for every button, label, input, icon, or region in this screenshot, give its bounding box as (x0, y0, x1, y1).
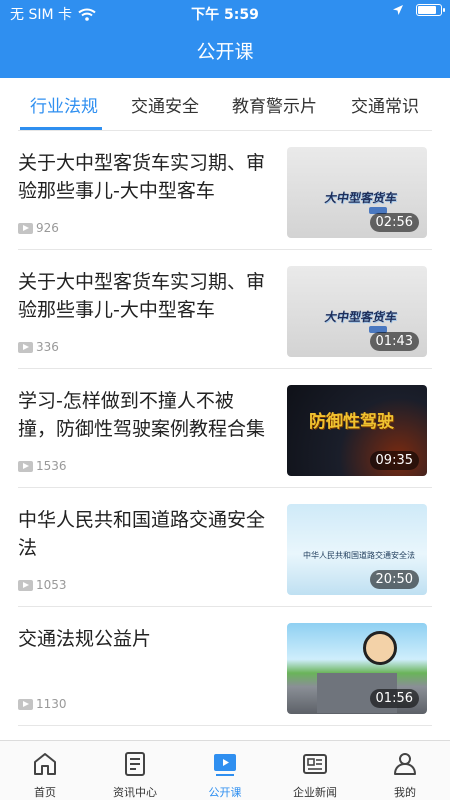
video-duration: 20:50 (369, 570, 419, 589)
video-list-item[interactable]: 关于大中型客货车实习期、审验那些事儿-大中型客车 336 大中型客货车 01:4… (0, 250, 450, 369)
view-count: 1130 (36, 697, 67, 711)
view-count: 1053 (36, 578, 67, 592)
video-list: 关于大中型客货车实习期、审验那些事儿-大中型客车 926 大中型客货车 02:5… (0, 131, 450, 726)
play-count-icon (18, 341, 33, 353)
play-count-icon (18, 222, 33, 234)
tab-traffic-safety[interactable]: 交通安全 (131, 92, 199, 117)
nav-news-center[interactable]: 资讯中心 (90, 741, 180, 800)
nav-label: 我的 (394, 786, 416, 799)
video-title: 交通法规公益片 (18, 628, 152, 650)
view-count: 336 (36, 340, 59, 354)
video-title: 关于大中型客货车实习期、审验那些事儿-大中型客车 (18, 152, 266, 202)
location-arrow-icon (393, 5, 403, 15)
nav-label: 首页 (34, 786, 56, 799)
video-title: 中华人民共和国道路交通安全法 (18, 509, 266, 559)
thumbnail-cartoon-figure (363, 631, 397, 665)
nav-label: 公开课 (208, 786, 242, 799)
video-list-item[interactable]: 学习-怎样做到不撞人不被撞，防御性驾驶案例教程合集 1536 防御性驾驶 09:… (0, 369, 450, 488)
tab-industry-regulations[interactable]: 行业法规 (30, 92, 98, 117)
video-list-item[interactable]: 中华人民共和国道路交通安全法 1053 中华人民共和国道路交通安全法 20:50 (0, 488, 450, 607)
thumbnail-text: 大中型客货车 (323, 310, 399, 324)
play-count-icon (18, 698, 33, 710)
thumbnail-text: 大中型客货车 (323, 191, 399, 205)
video-thumbnail[interactable]: 01:56 (287, 623, 427, 714)
nav-open-course[interactable]: 公开课 (180, 741, 270, 800)
play-count-icon (18, 460, 33, 472)
video-title: 学习-怎样做到不撞人不被撞，防御性驾驶案例教程合集 (18, 390, 266, 440)
video-list-item[interactable]: 关于大中型客货车实习期、审验那些事儿-大中型客车 926 大中型客货车 02:5… (0, 131, 450, 250)
tab-education-warning[interactable]: 教育警示片 (232, 92, 317, 117)
view-count: 1536 (36, 459, 67, 473)
nav-label: 资讯中心 (113, 786, 157, 799)
bottom-navigation: 首页 资讯中心 公开课 企业新闻 我的 (0, 740, 450, 800)
status-bar: 无 SIM 卡 下午 5:59 (0, 0, 450, 26)
video-thumbnail[interactable]: 中华人民共和国道路交通安全法 20:50 (287, 504, 427, 595)
status-time: 下午 5:59 (191, 7, 259, 23)
video-icon (214, 754, 236, 776)
app-header: 无 SIM 卡 下午 5:59 公开课 (0, 0, 450, 78)
video-thumbnail[interactable]: 大中型客货车 01:43 (287, 266, 427, 357)
video-duration: 02:56 (369, 213, 419, 232)
nav-home[interactable]: 首页 (0, 741, 90, 800)
video-thumbnail[interactable]: 防御性驾驶 09:35 (287, 385, 427, 476)
nav-profile[interactable]: 我的 (360, 741, 450, 800)
video-title: 关于大中型客货车实习期、审验那些事儿-大中型客车 (18, 271, 266, 321)
news-icon (125, 752, 145, 776)
page-title: 公开课 (196, 41, 254, 63)
video-duration: 09:35 (369, 451, 419, 470)
battery-icon (416, 4, 445, 16)
video-list-item[interactable]: 交通法规公益片 1130 01:56 (0, 607, 450, 726)
video-duration: 01:43 (369, 332, 419, 351)
category-tabs: 行业法规 交通安全 教育警示片 交通常识 (0, 78, 450, 132)
video-duration: 01:56 (369, 689, 419, 708)
thumbnail-text: 中华人民共和国道路交通安全法 (303, 551, 415, 560)
play-count-icon (18, 579, 33, 591)
divider (18, 725, 432, 726)
video-thumbnail[interactable]: 大中型客货车 02:56 (287, 147, 427, 238)
user-icon (394, 753, 416, 775)
newspaper-icon (303, 754, 327, 774)
thumbnail-text: 防御性驾驶 (309, 412, 394, 432)
nav-label: 企业新闻 (293, 786, 337, 799)
nav-company-news[interactable]: 企业新闻 (270, 741, 360, 800)
home-icon (34, 753, 56, 775)
view-count: 926 (36, 221, 59, 235)
tab-traffic-knowledge[interactable]: 交通常识 (351, 92, 419, 117)
